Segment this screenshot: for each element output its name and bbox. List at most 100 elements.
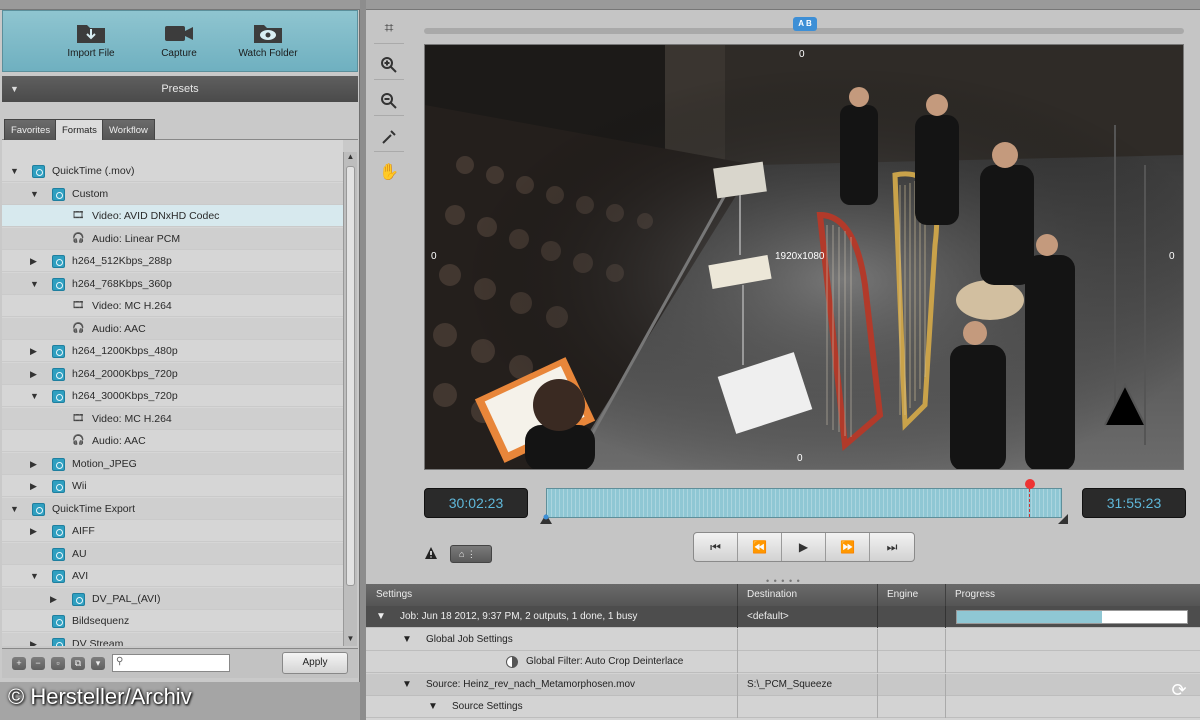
tree-row[interactable]: ▶ Motion_JPEG <box>2 452 343 475</box>
expanded-triangle-icon[interactable]: ▼ <box>376 606 386 628</box>
warning-icon[interactable] <box>424 546 438 560</box>
go-to-start-button[interactable]: ⏮ <box>694 533 738 561</box>
tree-row[interactable]: ▼ QuickTime (.mov) <box>2 160 343 182</box>
preset-folder-icon <box>52 525 65 538</box>
playhead[interactable] <box>1025 479 1035 519</box>
job-row[interactable]: ▼ Job: Jun 18 2012, 9:37 PM, 2 outputs, 1… <box>366 606 1200 628</box>
tree-row[interactable]: ▶ h264_512Kbps_288p <box>2 250 343 272</box>
job-row[interactable]: ▼ Source: Heinz_rev_nach_Metamorphosen.mo… <box>366 673 1200 696</box>
col-engine[interactable]: Engine <box>887 584 918 606</box>
tree-row[interactable]: ▶ h264_1200Kbps_480p <box>2 340 343 362</box>
timecode-in[interactable]: 30:02:23 <box>424 488 528 518</box>
apply-button[interactable]: Apply <box>282 652 348 674</box>
col-settings[interactable]: Settings <box>376 584 412 606</box>
eyedropper-icon[interactable] <box>374 122 404 152</box>
job-destination-text[interactable]: S:\_PCM_Squeeze <box>747 674 832 696</box>
tree-row[interactable]: 🎧 Audio: AAC <box>2 430 343 452</box>
tree-row[interactable]: ▶ h264_2000Kbps_720p <box>2 362 343 385</box>
fast-forward-button[interactable]: ⏩ <box>826 533 870 561</box>
job-table-header: Settings Destination Engine Progress <box>366 584 1200 606</box>
presets-header[interactable]: ▼ Presets <box>2 76 358 102</box>
scroll-up-icon[interactable]: ▲ <box>344 152 357 164</box>
expanded-triangle-icon[interactable]: ▼ <box>402 629 412 651</box>
expanded-triangle-icon[interactable]: ▼ <box>30 565 40 587</box>
import-file-button[interactable]: Import File <box>51 17 131 69</box>
tab-favorites[interactable]: Favorites <box>4 119 58 140</box>
tree-row[interactable]: 🎞 Video: AVID DNxHD Codec <box>2 205 343 227</box>
capture-button[interactable]: Capture <box>139 17 219 69</box>
out-point-marker-icon[interactable] <box>1058 514 1068 524</box>
expanded-triangle-icon[interactable]: ▼ <box>30 385 40 407</box>
expanded-triangle-icon[interactable]: ▼ <box>428 696 438 718</box>
tab-formats[interactable]: Formats <box>55 119 104 140</box>
tree-scrollbar[interactable]: ▲ ▼ <box>343 152 357 646</box>
crop-icon[interactable]: ⌗ <box>374 14 404 44</box>
tree-row[interactable]: ▼ h264_768Kbps_360p <box>2 272 343 295</box>
remove-preset-button[interactable]: − <box>31 657 45 670</box>
expanded-triangle-icon[interactable]: ▼ <box>30 273 40 295</box>
expanded-triangle-icon[interactable]: ▼ <box>402 674 412 696</box>
tab-workflow[interactable]: Workflow <box>102 119 155 140</box>
job-row[interactable]: Global Filter: Auto Crop Deinterlace <box>366 651 1200 673</box>
zoom-in-icon[interactable] <box>374 50 404 80</box>
collapsed-triangle-icon[interactable]: ▶ <box>30 363 40 385</box>
crop-bottom-value[interactable]: 0 <box>797 453 803 464</box>
collapsed-triangle-icon[interactable]: ▶ <box>30 453 40 475</box>
scroll-thumb[interactable] <box>346 166 355 586</box>
playhead-knob[interactable] <box>1025 479 1035 489</box>
tree-row-label: Video: MC H.264 <box>92 300 172 312</box>
in-point-marker-icon[interactable] <box>540 514 552 524</box>
rewind-button[interactable]: ⏪ <box>738 533 782 561</box>
tree-row[interactable]: ▼ h264_3000Kbps_720p <box>2 385 343 407</box>
collapsed-triangle-icon[interactable]: ▶ <box>50 588 60 610</box>
expanded-triangle-icon[interactable]: ▼ <box>10 498 20 520</box>
zoom-out-icon[interactable] <box>374 86 404 116</box>
watch-folder-button[interactable]: Watch Folder <box>228 17 308 69</box>
preset-menu-button[interactable]: ▾ <box>91 657 105 670</box>
job-row[interactable]: ▼ Global Job Settings <box>366 628 1200 651</box>
tree-row[interactable]: 🎧 Audio: Linear PCM <box>2 227 343 250</box>
add-preset-button[interactable]: + <box>12 657 26 670</box>
tree-row[interactable]: ▶ AIFF <box>2 520 343 542</box>
scroll-down-icon[interactable]: ▼ <box>344 634 357 646</box>
tree-row[interactable]: 🎞 Video: MC H.264 <box>2 407 343 430</box>
refresh-icon[interactable]: ⟳ <box>1169 680 1189 700</box>
timecode-out[interactable]: 31:55:23 <box>1082 488 1186 518</box>
preview-mode-dropdown[interactable]: ⌂ ⋮ <box>450 545 492 563</box>
tree-row[interactable]: ▼ Custom <box>2 182 343 205</box>
play-button[interactable]: ▶ <box>782 533 826 561</box>
new-folder-button[interactable]: ▫ <box>51 657 65 670</box>
col-destination[interactable]: Destination <box>747 584 797 606</box>
tree-row[interactable]: ▶ DV Stream <box>2 632 343 647</box>
tree-row[interactable]: 🎞 Video: MC H.264 <box>2 295 343 317</box>
tree-row[interactable]: AU <box>2 542 343 565</box>
col-progress[interactable]: Progress <box>955 584 995 606</box>
job-row[interactable]: ▼ Source Settings <box>366 696 1200 718</box>
tree-row-label: Audio: Linear PCM <box>92 232 181 245</box>
ab-marker[interactable]: A B <box>793 17 817 31</box>
timeline-scrubber[interactable] <box>546 479 1062 518</box>
tree-row[interactable]: ▶ DV_PAL_(AVI) <box>2 587 343 610</box>
collapsed-triangle-icon[interactable]: ▶ <box>30 250 40 272</box>
collapsed-triangle-icon[interactable]: ▶ <box>30 633 40 647</box>
collapsed-triangle-icon[interactable]: ▶ <box>30 520 40 542</box>
job-destination-text[interactable]: <default> <box>747 606 789 628</box>
collapsed-triangle-icon[interactable]: ▶ <box>30 475 40 497</box>
crop-left-value[interactable]: 0 <box>431 251 437 262</box>
go-to-end-button[interactable]: ⏭ <box>870 533 914 561</box>
tree-row[interactable]: Bildsequenz <box>2 610 343 632</box>
expanded-triangle-icon[interactable]: ▼ <box>10 160 20 182</box>
collapsed-triangle-icon[interactable]: ▶ <box>30 340 40 362</box>
expanded-triangle-icon[interactable]: ▼ <box>30 183 40 205</box>
crop-top-value[interactable]: 0 <box>799 49 805 60</box>
tree-row[interactable]: ▼ AVI <box>2 565 343 587</box>
tree-row[interactable]: ▼ QuickTime Export <box>2 497 343 520</box>
duplicate-preset-button[interactable]: ⧉ <box>71 657 85 670</box>
video-preview[interactable]: 0 0 0 0 1920x1080 <box>424 44 1184 470</box>
collapse-triangle-icon[interactable]: ▼ <box>10 76 19 102</box>
hand-pan-icon[interactable]: ✋ <box>374 158 404 188</box>
tree-row[interactable]: 🎧 Audio: AAC <box>2 317 343 340</box>
preset-search-input[interactable]: ⚲ <box>112 654 230 672</box>
crop-right-value[interactable]: 0 <box>1169 251 1175 262</box>
tree-row[interactable]: ▶ Wii <box>2 475 343 497</box>
